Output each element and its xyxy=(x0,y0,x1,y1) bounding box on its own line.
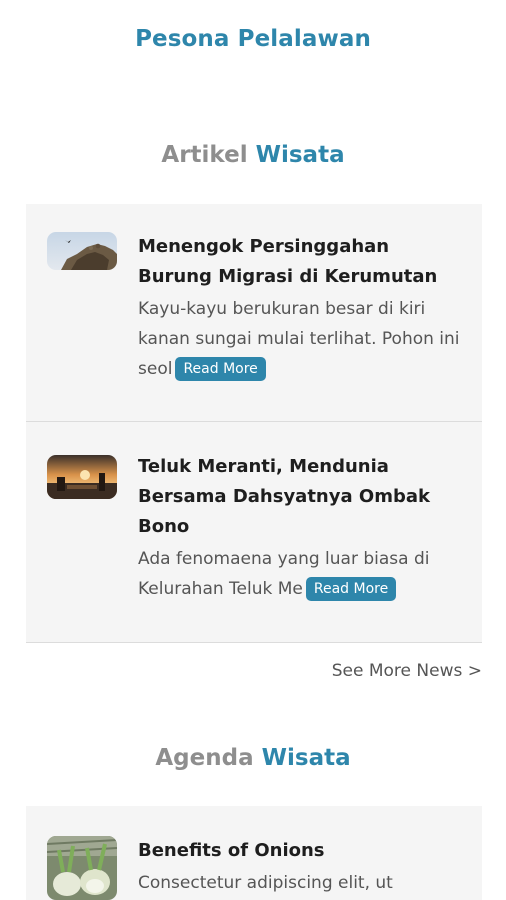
agenda-excerpt: Consectetur adipiscing elit, ut xyxy=(138,873,393,893)
articles-section-heading: Artikel Wisata xyxy=(0,142,506,168)
read-more-button[interactable]: Read More xyxy=(305,577,397,601)
article-thumbnail-bird xyxy=(47,232,117,270)
see-more-news-link[interactable]: See More News > xyxy=(332,661,482,681)
article-card[interactable]: Menengok Persinggahan Burung Migrasi di … xyxy=(26,204,482,421)
agenda-heading-muted: Agenda xyxy=(155,745,254,771)
read-more-button[interactable]: Read More xyxy=(175,357,266,381)
agenda-thumbnail-onions xyxy=(47,836,117,900)
article-card[interactable]: Teluk Meranti, Mendunia Bersama Dahsyatn… xyxy=(26,422,482,642)
articles-heading-muted: Artikel xyxy=(161,142,248,168)
agenda-card[interactable]: Benefits of Onions Consectetur adipiscin… xyxy=(26,806,482,900)
article-thumbnail-sunset xyxy=(47,455,117,499)
agenda-heading-accent: Wisata xyxy=(261,745,351,771)
article-excerpt: Kayu-kayu berukuran besar di kiri kanan … xyxy=(138,294,468,384)
agenda-title[interactable]: Benefits of Onions xyxy=(138,836,468,866)
article-title[interactable]: Menengok Persinggahan Burung Migrasi di … xyxy=(138,232,468,292)
article-excerpt: Ada fenomaena yang luar biasa di Kelurah… xyxy=(138,544,468,604)
articles-heading-accent: Wisata xyxy=(255,142,345,168)
app-title: Pesona Pelalawan xyxy=(135,26,371,52)
agenda-section-heading: Agenda Wisata xyxy=(0,745,506,771)
article-title[interactable]: Teluk Meranti, Mendunia Bersama Dahsyatn… xyxy=(138,452,468,542)
divider xyxy=(26,642,482,643)
